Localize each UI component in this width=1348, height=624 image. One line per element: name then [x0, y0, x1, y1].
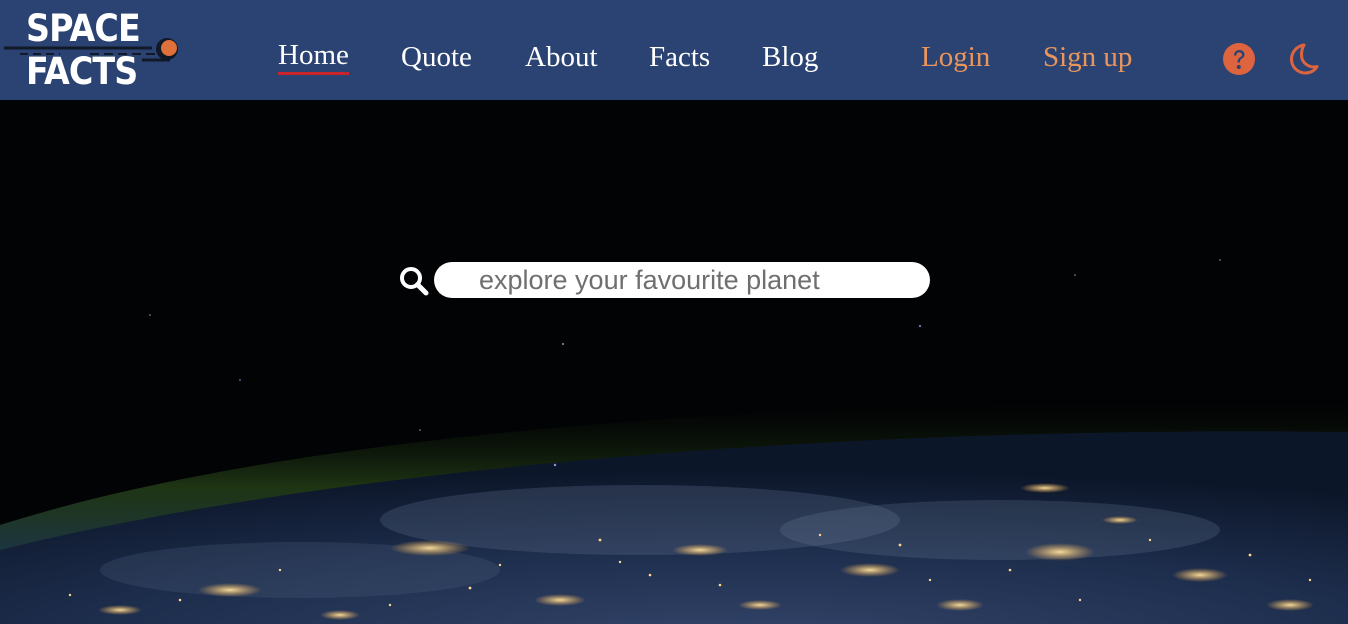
- nav-link-facts[interactable]: Facts: [649, 38, 710, 76]
- hero-earth-night-image: [0, 100, 1348, 624]
- help-circle-icon[interactable]: [1222, 42, 1256, 76]
- planet-search-input[interactable]: [434, 262, 930, 298]
- login-link[interactable]: Login: [921, 38, 990, 76]
- signup-link[interactable]: Sign up: [1043, 38, 1132, 76]
- earth-at-night-illustration: [0, 259, 1348, 624]
- space-facts-logo[interactable]: SPACE FACTS: [0, 8, 190, 96]
- moon-icon[interactable]: [1286, 42, 1320, 76]
- nav-link-about[interactable]: About: [525, 38, 598, 76]
- top-navbar: SPACE FACTS Home Quote About Facts Blog …: [0, 0, 1348, 100]
- search-icon[interactable]: [399, 266, 429, 296]
- nav-link-blog[interactable]: Blog: [762, 38, 818, 76]
- logo-text-line2: FACTS: [26, 50, 138, 93]
- nav-link-home[interactable]: Home: [278, 38, 349, 75]
- logo-text-line1: SPACE: [26, 7, 141, 50]
- nav-link-quote[interactable]: Quote: [401, 38, 472, 76]
